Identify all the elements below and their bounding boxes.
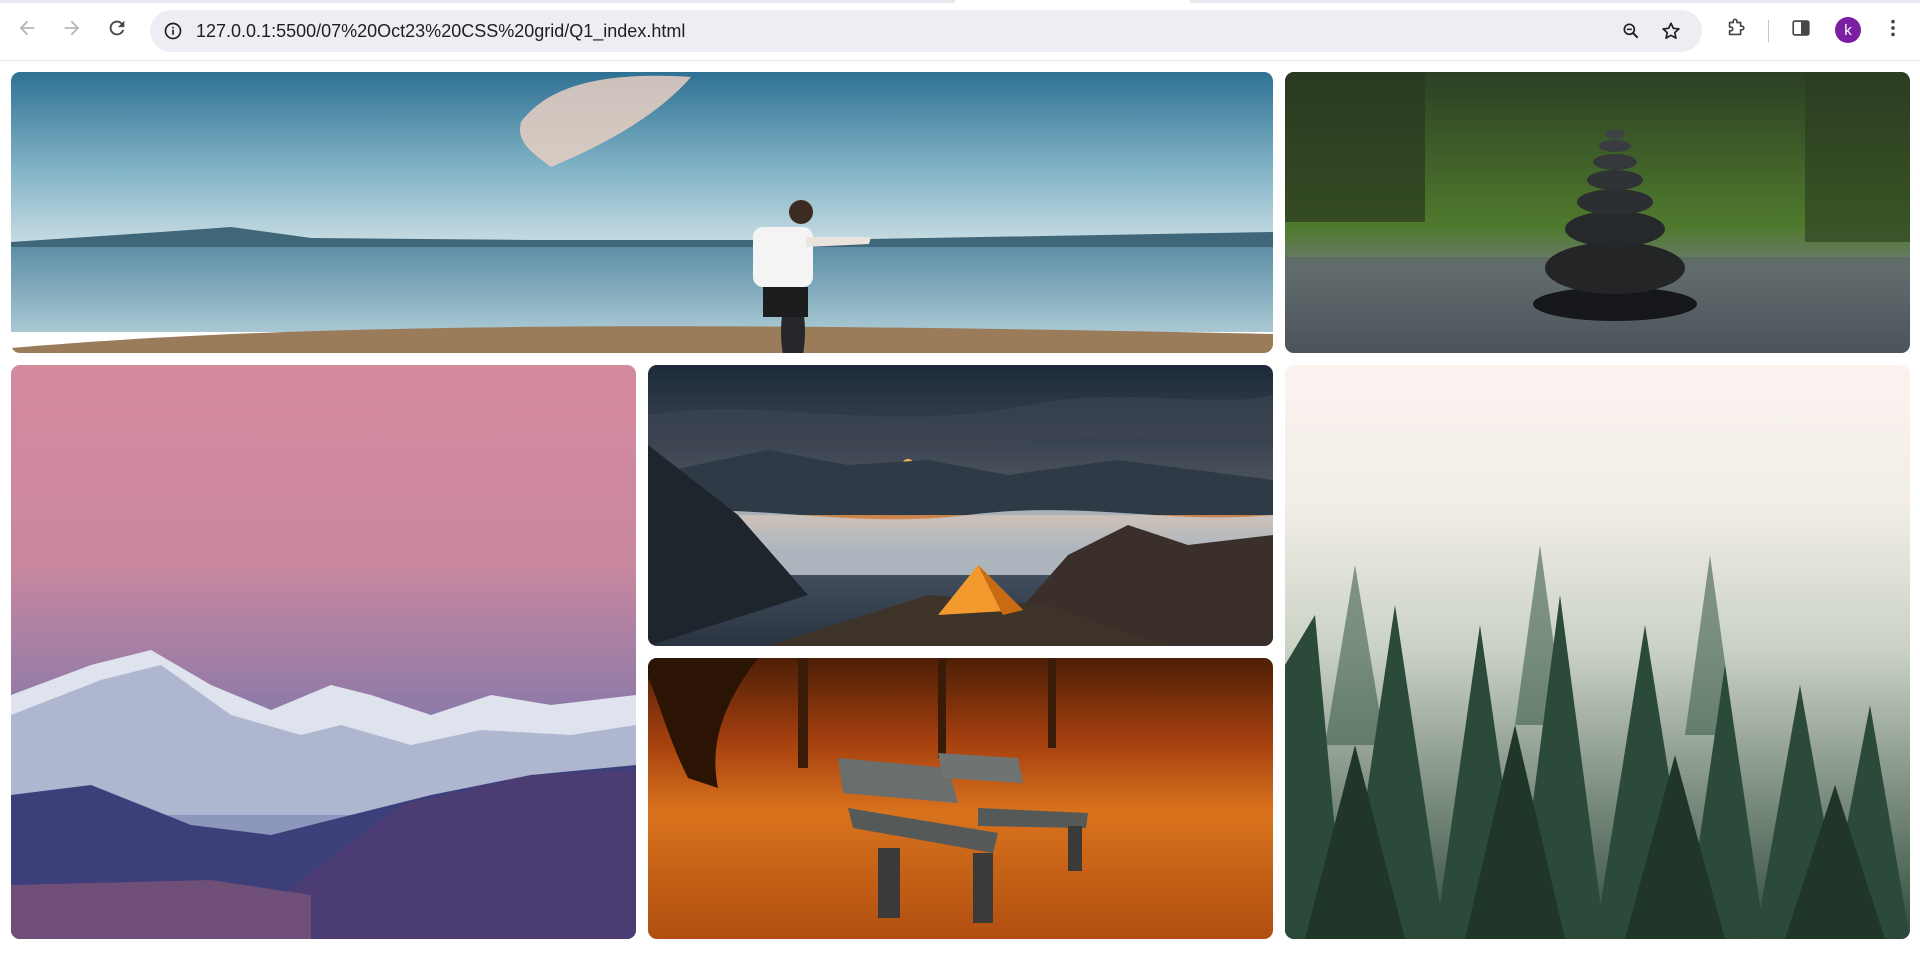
reload-icon	[106, 17, 128, 39]
kebab-menu-icon	[1882, 17, 1904, 39]
side-panel-icon	[1790, 17, 1812, 39]
gallery-image-person-by-lake	[11, 72, 1273, 353]
puzzle-icon	[1725, 17, 1747, 39]
zoom-icon[interactable]	[1618, 18, 1644, 44]
profile-avatar[interactable]: k	[1835, 17, 1861, 43]
star-icon[interactable]	[1658, 18, 1684, 44]
gallery-image-misty-forest	[1285, 365, 1910, 939]
arrow-right-icon	[61, 17, 83, 39]
browser-toolbar: 127.0.0.1:5500/07%20Oct23%20CSS%20grid/Q…	[0, 0, 1920, 61]
extensions-button[interactable]	[1722, 14, 1750, 42]
gallery-image-tent-above-clouds	[648, 365, 1273, 646]
back-button[interactable]	[13, 14, 41, 42]
menu-button[interactable]	[1879, 14, 1907, 42]
arrow-left-icon	[16, 17, 38, 39]
gallery-image-snowy-mountains	[11, 365, 636, 939]
url-text[interactable]: 127.0.0.1:5500/07%20Oct23%20CSS%20grid/Q…	[196, 21, 685, 42]
toolbar-divider	[1768, 20, 1769, 42]
gallery-image-stacked-stones	[1285, 72, 1910, 353]
forward-button[interactable]	[58, 14, 86, 42]
reload-button[interactable]	[103, 14, 131, 42]
address-bar[interactable]: 127.0.0.1:5500/07%20Oct23%20CSS%20grid/Q…	[150, 10, 1702, 52]
site-info-icon[interactable]	[160, 18, 186, 44]
tab-strip-edge	[0, 0, 1920, 3]
image-gallery-grid	[11, 72, 1910, 939]
gallery-image-benches-autumn	[648, 658, 1273, 939]
side-panel-button[interactable]	[1787, 14, 1815, 42]
